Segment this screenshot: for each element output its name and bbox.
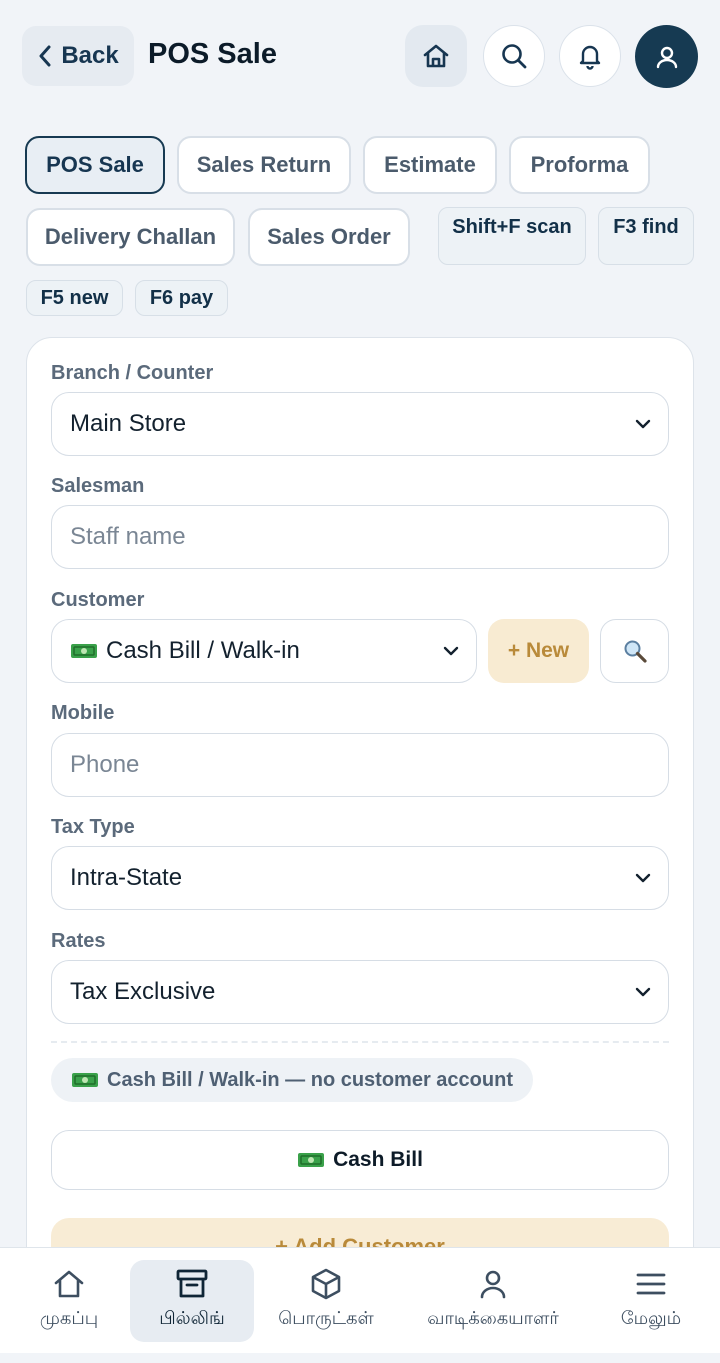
profile-button[interactable] — [635, 25, 698, 88]
divider — [51, 1041, 669, 1043]
page-title: POS Sale — [148, 38, 277, 70]
menu-icon — [636, 1273, 666, 1295]
chevron-down-icon — [635, 873, 651, 883]
salesman-placeholder: Staff name — [70, 523, 186, 550]
notifications-button[interactable] — [559, 25, 621, 87]
shortcut-scan[interactable]: Shift+F scan — [438, 207, 586, 265]
nav-item-customers[interactable]: வாடிக்கையாளர் — [406, 1260, 580, 1342]
billing-icon — [176, 1269, 208, 1298]
back-label: Back — [61, 42, 119, 69]
bell-icon — [579, 45, 601, 70]
mobile-label: Mobile — [51, 702, 115, 724]
customer-icon — [480, 1270, 506, 1299]
tax-type-select[interactable]: Intra-State — [51, 846, 669, 910]
money-icon — [298, 1153, 325, 1167]
money-icon — [71, 644, 97, 658]
find-customer-button[interactable] — [600, 619, 669, 683]
tab-proforma[interactable]: Proforma — [509, 136, 650, 194]
chevron-left-icon — [39, 45, 51, 67]
rates-value: Tax Exclusive — [70, 978, 216, 1005]
customer-select[interactable]: Cash Bill / Walk-in — [51, 619, 477, 683]
money-icon — [72, 1073, 98, 1087]
tab-pos-sale[interactable]: POS Sale — [25, 136, 165, 194]
tab-estimate[interactable]: Estimate — [363, 136, 497, 194]
nav-label: முகப்பு — [39, 1308, 99, 1329]
home-icon — [54, 1270, 84, 1298]
shortcut-find[interactable]: F3 find — [598, 207, 694, 265]
nav-label: பில்லிங் — [159, 1308, 225, 1329]
nav-label: வாடிக்கையாளர் — [427, 1308, 559, 1329]
rates-select[interactable]: Tax Exclusive — [51, 960, 669, 1024]
bottom-navigation: முகப்பு பில்லிங் பொருட்கள் வாடிக்கையாளர்… — [0, 1247, 720, 1363]
tab-delivery-challan[interactable]: Delivery Challan — [26, 208, 235, 266]
nav-item-products[interactable]: பொருட்கள் — [266, 1260, 386, 1342]
shortcut-pay[interactable]: F6 pay — [135, 280, 228, 316]
box-icon — [311, 1268, 341, 1300]
nav-item-home[interactable]: முகப்பு — [22, 1260, 116, 1342]
customer-label: Customer — [51, 589, 145, 611]
tax-type-label: Tax Type — [51, 816, 135, 838]
search-button[interactable] — [483, 25, 545, 87]
nav-label: மேலும் — [620, 1308, 682, 1329]
tab-sales-order[interactable]: Sales Order — [248, 208, 410, 266]
chevron-down-icon — [635, 419, 651, 429]
salesman-label: Salesman — [51, 475, 145, 497]
cash-bill-label: Cash Bill — [333, 1148, 423, 1171]
tax-type-value: Intra-State — [70, 864, 183, 891]
branch-value: Main Store — [70, 410, 187, 437]
salesman-input[interactable]: Staff name — [51, 505, 669, 569]
nav-item-billing[interactable]: பில்லிங் — [130, 1260, 254, 1342]
rates-label: Rates — [51, 930, 106, 952]
walk-in-notice: Cash Bill / Walk-in — no customer accoun… — [51, 1058, 533, 1102]
tab-sales-return[interactable]: Sales Return — [177, 136, 351, 194]
nav-label: பொருட்கள் — [278, 1308, 374, 1329]
new-customer-button[interactable]: + New — [488, 619, 589, 683]
system-bar — [0, 1353, 720, 1363]
branch-select[interactable]: Main Store — [51, 392, 669, 456]
walk-in-notice-text: Cash Bill / Walk-in — no customer accoun… — [107, 1068, 513, 1091]
search-icon — [502, 44, 527, 69]
magnifier-icon — [624, 640, 647, 663]
chevron-down-icon — [635, 987, 651, 997]
mobile-input[interactable]: Phone — [51, 733, 669, 797]
back-button[interactable]: Back — [22, 26, 134, 86]
app-header: Back POS Sale — [0, 0, 720, 112]
sale-form-card: Branch / Counter Main Store Salesman Sta… — [26, 337, 694, 1297]
customer-value: Cash Bill / Walk-in — [106, 637, 300, 664]
user-icon — [656, 46, 677, 68]
chevron-down-icon — [443, 646, 459, 656]
mobile-placeholder: Phone — [70, 751, 140, 778]
home-button[interactable] — [405, 25, 467, 87]
shortcut-new[interactable]: F5 new — [26, 280, 123, 316]
branch-label: Branch / Counter — [51, 362, 214, 384]
home-icon — [423, 44, 449, 68]
cash-bill-button[interactable]: Cash Bill — [51, 1130, 669, 1190]
nav-item-more[interactable]: மேலும் — [604, 1260, 698, 1342]
